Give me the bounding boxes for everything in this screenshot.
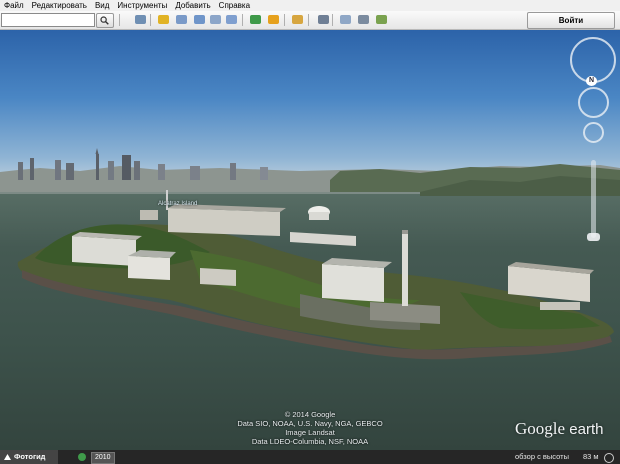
google-maps-icon (376, 15, 387, 24)
google-maps-button[interactable] (374, 13, 389, 26)
menu-view[interactable]: Вид (91, 0, 113, 11)
zoom-slider[interactable] (591, 160, 596, 238)
historical-imagery-icon (250, 15, 261, 24)
menu-add[interactable]: Добавить (171, 0, 214, 11)
historical-imagery-button[interactable] (248, 13, 263, 26)
copyright-line: Image Landsat (285, 428, 335, 437)
landmark-label[interactable]: Alcatraz Island (158, 201, 197, 207)
historical-imagery-icon[interactable] (78, 453, 86, 461)
toolbar: Войти (0, 11, 620, 30)
copyright-line: © 2014 Google (284, 410, 336, 419)
planet-switch-button[interactable] (290, 13, 305, 26)
zoom-slider-handle[interactable] (587, 233, 600, 241)
tour-guide-label: Фотогид (14, 452, 46, 461)
ruler-button[interactable] (316, 13, 331, 26)
menu-tools[interactable]: Инструменты (113, 0, 171, 11)
menu-help[interactable]: Справка (215, 0, 254, 11)
logo-earth: earth (569, 421, 604, 438)
path-button[interactable] (192, 13, 207, 26)
toolbar-separator (308, 14, 309, 26)
sidebar-toggle-icon (135, 15, 146, 24)
record-tour-button[interactable] (224, 13, 239, 26)
search-icon (100, 16, 109, 25)
menu-edit[interactable]: Редактировать (28, 0, 91, 11)
polygon-icon (176, 15, 187, 24)
move-joystick[interactable] (578, 87, 609, 118)
google-earth-logo: Google earth (515, 419, 604, 439)
map-viewport[interactable]: Alcatraz Island N (0, 30, 620, 450)
zoom-in-button[interactable] (583, 122, 604, 143)
copyright-notice: © 2014 Google Data SIO, NOAA, U.S. Navy,… (222, 410, 398, 446)
image-overlay-button[interactable] (208, 13, 223, 26)
sidebar-toggle-button[interactable] (133, 13, 148, 26)
island-scene (0, 148, 620, 360)
imagery-year: 2010 (91, 452, 115, 464)
image-overlay-icon (210, 15, 221, 24)
menu-file[interactable]: Файл (0, 0, 28, 11)
toolbar-separator (242, 14, 243, 26)
status-bar: Фотогид 2010 обзор с высоты 83 м (0, 450, 620, 464)
placemark-button[interactable] (156, 13, 171, 26)
tour-guide-button[interactable]: Фотогид (0, 450, 58, 464)
logo-google: Google (515, 419, 566, 438)
sunlight-button[interactable] (266, 13, 281, 26)
eye-altitude-label: обзор с высоты (515, 452, 569, 461)
toolbar-separator (119, 14, 120, 26)
planet-switch-icon (292, 15, 303, 24)
search-button[interactable] (96, 13, 114, 28)
north-button[interactable]: N (586, 76, 597, 86)
city-skyline (0, 148, 620, 196)
search-input[interactable] (1, 13, 95, 27)
email-button[interactable] (338, 13, 353, 26)
elevation-value: 83 м (583, 452, 599, 461)
print-button[interactable] (356, 13, 371, 26)
placemark-icon (158, 15, 169, 24)
record-tour-icon (226, 15, 237, 24)
status-compass-icon (604, 453, 614, 463)
ruler-icon (318, 15, 329, 24)
toolbar-separator (150, 14, 151, 26)
toolbar-separator (284, 14, 285, 26)
copyright-line: Data SIO, NOAA, U.S. Navy, NGA, GEBCO (237, 419, 383, 428)
polygon-button[interactable] (174, 13, 189, 26)
copyright-line: Data LDEO-Columbia, NSF, NOAA (251, 437, 369, 446)
login-button[interactable]: Войти (527, 12, 615, 29)
print-icon (358, 15, 369, 24)
menu-bar: Файл Редактировать Вид Инструменты Добавить С… (0, 0, 620, 11)
email-icon (340, 15, 351, 24)
sunlight-icon (268, 15, 279, 24)
path-icon (194, 15, 205, 24)
toolbar-separator (332, 14, 333, 26)
chevron-up-icon (4, 454, 11, 460)
